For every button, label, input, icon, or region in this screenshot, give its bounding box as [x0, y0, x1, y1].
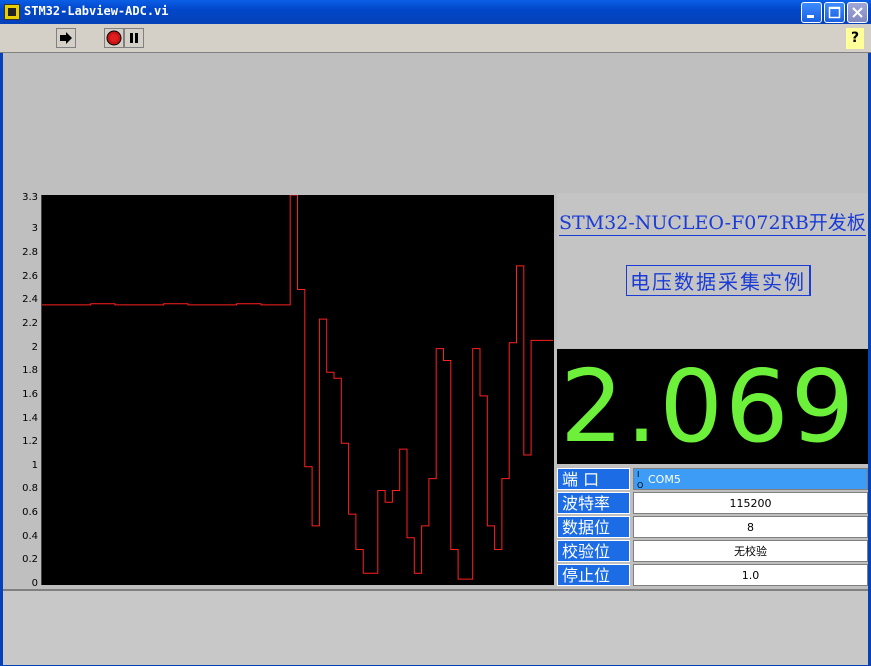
y-tick-label: 1.2: [22, 436, 38, 448]
y-tick-label: 0.6: [22, 507, 38, 519]
y-tick-label: 2: [31, 341, 38, 353]
help-button[interactable]: ?: [846, 28, 864, 49]
parity-row: 校验位 无校验: [557, 540, 868, 562]
voltage-trace-plot: [42, 195, 553, 580]
y-tick-label: 0.8: [22, 483, 38, 495]
baud-rate-input[interactable]: 115200: [633, 492, 868, 514]
data-bits-input[interactable]: 8: [633, 516, 868, 538]
subtitle: 电压数据采集实例: [626, 265, 811, 296]
close-icon: [852, 7, 863, 18]
window-title: STM32-Labview-ADC.vi: [24, 4, 169, 18]
y-tick-label: 0: [31, 578, 38, 589]
stop-bits-label: 停止位: [557, 564, 630, 586]
y-tick-label: 2.2: [22, 318, 38, 329]
serial-port-row: 端 口 IO COM5: [557, 468, 868, 490]
y-tick-label: 2.6: [22, 270, 38, 282]
close-button[interactable]: [847, 2, 868, 23]
minimize-button[interactable]: [801, 2, 822, 23]
labview-vi-icon: [4, 4, 20, 20]
data-bits-label: 数据位: [557, 516, 630, 538]
run-arrow-icon: [60, 32, 72, 44]
port-value: COM5: [648, 473, 681, 486]
port-select[interactable]: IO COM5: [633, 468, 868, 490]
stop-bits-select[interactable]: 1.0: [633, 564, 868, 586]
y-tick-label: 0.4: [22, 530, 38, 542]
pause-button[interactable]: [124, 28, 144, 48]
port-label: 端 口: [557, 468, 630, 490]
voltage-trace: [42, 195, 553, 580]
y-tick-label: 2.4: [22, 294, 38, 306]
y-tick-label: 1.8: [22, 365, 38, 377]
data-bits-row: 数据位 8: [557, 516, 868, 538]
y-tick-label: 0.2: [22, 554, 38, 566]
y-tick-label: 3.3: [22, 192, 38, 203]
board-title: STM32-NUCLEO-F072RB开发板: [559, 208, 866, 236]
maximize-button[interactable]: [824, 2, 845, 23]
stop-icon: [106, 30, 122, 46]
stop-bits-row: 停止位 1.0: [557, 564, 868, 586]
y-tick-label: 1.4: [22, 412, 38, 424]
voltage-value: 2.069: [560, 348, 857, 465]
y-tick-label: 1.6: [22, 388, 38, 400]
run-continuously-button[interactable]: [56, 28, 76, 48]
parity-label: 校验位: [557, 540, 630, 562]
io-icon: IO: [637, 470, 644, 490]
y-tick-label: 1: [31, 459, 38, 471]
pause-icon: [130, 33, 138, 43]
bottom-panel-area: [3, 589, 868, 665]
baud-rate-row: 波特率 115200: [557, 492, 868, 514]
minimize-icon: [807, 15, 814, 18]
y-tick-label: 2.8: [22, 247, 38, 259]
parity-select[interactable]: 无校验: [633, 540, 868, 562]
maximize-icon: [828, 6, 841, 19]
abort-button[interactable]: [104, 28, 124, 48]
baud-rate-label: 波特率: [557, 492, 630, 514]
y-tick-label: 3: [31, 223, 38, 235]
